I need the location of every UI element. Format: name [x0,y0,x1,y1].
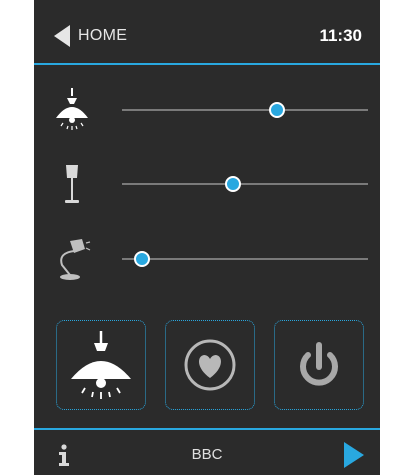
home-label: HOME [78,27,128,44]
back-arrow-icon [54,25,70,47]
power-icon [300,342,338,386]
pendant-lamp-icon [56,88,88,130]
desk-lamp-icon [60,239,91,280]
favorite-button[interactable] [165,320,255,410]
slider-track [122,183,368,185]
light-row-desk [34,235,380,285]
power-button[interactable] [274,320,364,410]
clock: 11:30 [319,26,362,45]
control-panel: HOME 11:30 BBC [34,0,380,475]
slider-thumb[interactable] [268,102,285,118]
footer-divider [34,428,380,430]
desk-light-slider[interactable] [122,248,368,270]
slider-thumb[interactable] [133,251,150,267]
slider-track [122,258,368,260]
header-bar: HOME 11:30 [34,0,380,63]
light-row-pendant [34,86,380,136]
light-row-floor [34,160,380,210]
floor-lamp-icon [65,165,79,203]
pendant-lamp-icon [71,331,131,399]
source-label: BBC [191,446,223,463]
play-icon[interactable] [344,442,364,468]
lights-scene-button[interactable] [56,320,146,410]
heart-icon [184,339,236,391]
floor-light-slider[interactable] [122,173,368,195]
slider-track [122,109,368,111]
home-button[interactable]: HOME [54,20,127,52]
pendant-light-slider[interactable] [122,99,368,121]
slider-thumb[interactable] [224,176,241,192]
header-divider [34,63,380,65]
